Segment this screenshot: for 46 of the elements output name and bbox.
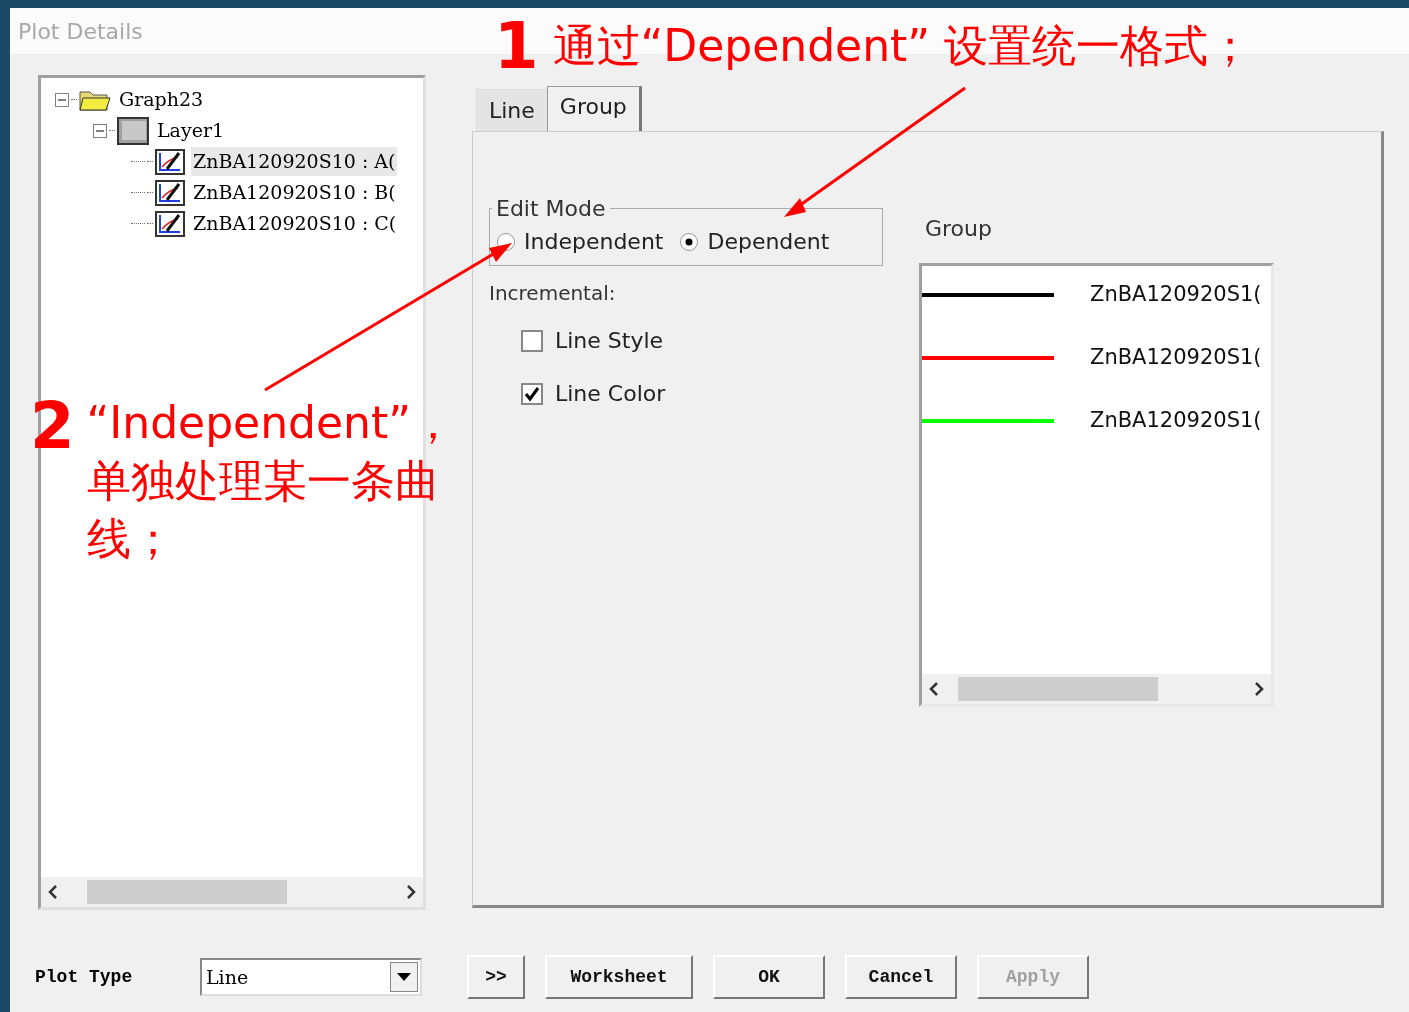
list-item[interactable]: ZnBA120920S1( [1090,342,1262,374]
plot-type-dropdown[interactable]: Line [200,958,422,996]
radio-label[interactable]: Independent [524,225,664,258]
dialog-button[interactable]: >> [467,955,525,999]
layer-icon [117,116,149,145]
radio-label[interactable]: Dependent [707,225,830,258]
section-label: Group [924,215,993,243]
tree-item[interactable]: ZnBA120920S10 : B( [191,178,398,207]
scrollbar[interactable] [922,674,1271,704]
chevron-left-icon[interactable] [928,681,940,697]
checkbox[interactable] [521,329,543,352]
scrollbar[interactable] [41,877,423,907]
tree-item[interactable]: ZnBA120920S10 : C( [191,209,399,238]
tab[interactable]: Line [476,89,547,131]
plot-icon [155,210,185,237]
chevron-left-icon[interactable] [47,884,59,900]
tree-item[interactable]: ZnBA120920S10 : A( [191,147,398,176]
scrollbar-thumb[interactable] [87,880,287,904]
window-title: Plot Details [18,17,143,46]
dialog-button[interactable]: Cancel [845,955,957,999]
collapse-icon[interactable] [55,92,69,107]
tree-item[interactable]: Layer1 [155,116,227,145]
plot-type-label: Plot Type [35,965,134,989]
chevron-right-icon[interactable] [405,884,417,900]
group-title: Edit Mode [495,195,607,223]
step-number: 2 [30,394,75,458]
plot-icon [155,179,185,206]
dialog-button[interactable]: Worksheet [545,955,693,999]
radio-button[interactable] [679,231,700,252]
checkbox-label[interactable]: Line Color [555,377,666,410]
step-number: 1 [494,14,539,78]
tab[interactable]: Group [546,86,642,132]
list-item[interactable]: ZnBA120920S1( [1090,279,1262,311]
chevron-right-icon[interactable] [1253,681,1265,697]
dialog-button[interactable]: OK [713,955,825,999]
collapse-icon[interactable] [93,123,107,138]
annotation-text: “Independent”，单独处理某一条曲线； [86,396,456,566]
annotation-text: 通过“Dependent” 设置统一格式； [552,24,1253,68]
tree-item[interactable]: Graph23 [117,85,206,114]
caret-icon [397,973,411,981]
checkbox-label[interactable]: Line Style [555,324,664,357]
checkbox[interactable] [521,382,543,405]
section-label: Incremental: [489,280,617,307]
list-item[interactable]: ZnBA120920S1( [1090,405,1262,437]
scrollbar-thumb[interactable] [958,677,1158,701]
plot-icon [155,148,185,175]
